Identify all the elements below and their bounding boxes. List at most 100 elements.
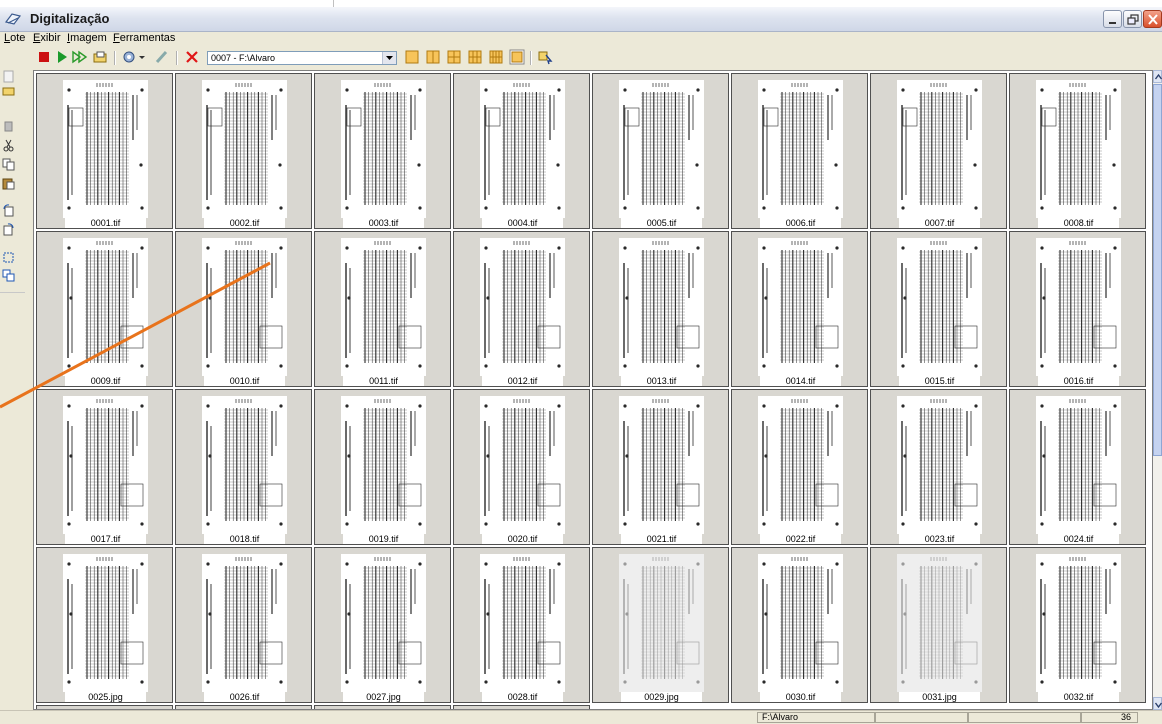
crop-icon[interactable] bbox=[2, 251, 15, 264]
thumbnail-filename: 0013.tif bbox=[621, 376, 702, 386]
view-layout-6-icon[interactable] bbox=[467, 49, 483, 65]
thumbnail-cell[interactable]: 0006.tif bbox=[731, 73, 868, 229]
thumbnail-cell[interactable]: 0028.tif bbox=[453, 547, 590, 703]
menu-lote[interactable]: Lote bbox=[4, 32, 25, 44]
status-panel-empty-1 bbox=[875, 712, 968, 723]
thumbnail-cell[interactable]: 0023.tif bbox=[870, 389, 1007, 545]
paste-icon[interactable] bbox=[2, 177, 15, 190]
thumbnail-cell[interactable]: 0014.tif bbox=[731, 231, 868, 387]
scanner-settings-icon[interactable] bbox=[122, 49, 138, 65]
close-button[interactable] bbox=[1143, 10, 1162, 28]
thumbnail-cell[interactable]: 0025.jpg bbox=[36, 547, 173, 703]
thumbnail-cell[interactable]: 0016.tif bbox=[1009, 231, 1146, 387]
thumbnail-filename: 0031.jpg bbox=[899, 692, 980, 702]
thumbnail-cell[interactable]: 0017.tif bbox=[36, 389, 173, 545]
left-pane-edge bbox=[0, 292, 25, 293]
delete-x-icon[interactable] bbox=[184, 49, 200, 65]
minimize-icon bbox=[1109, 22, 1116, 24]
thumbnail-cell[interactable]: 0022.tif bbox=[731, 389, 868, 545]
thumbnail-cell[interactable]: 0021.tif bbox=[592, 389, 729, 545]
play-icon[interactable] bbox=[54, 49, 70, 65]
document-thumbnail bbox=[341, 80, 426, 218]
close-icon bbox=[1148, 14, 1158, 25]
view-layout-2-icon[interactable] bbox=[425, 49, 441, 65]
thumbnail-cell[interactable]: 0008.tif bbox=[1009, 73, 1146, 229]
thumbnail-cell[interactable]: 0002.tif bbox=[175, 73, 312, 229]
thumbnail-cell[interactable]: 0029.jpg bbox=[592, 547, 729, 703]
restore-icon bbox=[1127, 14, 1139, 25]
thumbnail-cell[interactable]: 0009.tif bbox=[36, 231, 173, 387]
thumbnail-filename: 0017.tif bbox=[65, 534, 146, 544]
thumbnail-cell[interactable]: 0015.tif bbox=[870, 231, 1007, 387]
thumbnail-cell[interactable]: 0031.jpg bbox=[870, 547, 1007, 703]
thumbnail-filename: 0002.tif bbox=[204, 218, 285, 228]
open-folder-icon[interactable] bbox=[2, 84, 15, 97]
thumbnail-cell[interactable]: 0032.tif bbox=[1009, 547, 1146, 703]
thumbnail-filename: 0024.tif bbox=[1038, 534, 1119, 544]
document-thumbnail bbox=[897, 80, 982, 218]
scroll-up-button[interactable] bbox=[1153, 70, 1162, 83]
thumbnail-cell[interactable]: 0011.tif bbox=[314, 231, 451, 387]
document-thumbnail bbox=[202, 554, 287, 692]
view-layout-8-icon[interactable] bbox=[488, 49, 504, 65]
minimize-button[interactable] bbox=[1103, 10, 1122, 28]
scroll-thumb[interactable] bbox=[1153, 84, 1162, 456]
thumbnail-filename: 0032.tif bbox=[1038, 692, 1119, 702]
stop-icon[interactable] bbox=[36, 49, 52, 65]
vertical-scrollbar[interactable] bbox=[1153, 70, 1162, 710]
rotate-right-icon[interactable] bbox=[2, 223, 15, 236]
thumbnail-filename: 0003.tif bbox=[343, 218, 424, 228]
thumbnail-cell[interactable]: 0004.tif bbox=[453, 73, 590, 229]
thumbnail-cell[interactable]: 0018.tif bbox=[175, 389, 312, 545]
thumbnail-cell[interactable]: 0027.jpg bbox=[314, 547, 451, 703]
thumbnail-filename: 0005.tif bbox=[621, 218, 702, 228]
fast-forward-icon[interactable] bbox=[72, 49, 88, 65]
document-thumbnail bbox=[1036, 396, 1121, 534]
document-thumbnail bbox=[897, 238, 982, 376]
document-thumbnail bbox=[480, 396, 565, 534]
split-page-icon[interactable] bbox=[2, 269, 15, 282]
thumbnail-cell[interactable]: 0013.tif bbox=[592, 231, 729, 387]
document-thumbnail bbox=[341, 554, 426, 692]
open-folder-icon[interactable] bbox=[92, 49, 108, 65]
thumbnail-cell[interactable]: 0003.tif bbox=[314, 73, 451, 229]
cut-icon[interactable] bbox=[2, 139, 15, 152]
view-layout-4-icon[interactable] bbox=[446, 49, 462, 65]
thumbnail-cell[interactable]: 0005.tif bbox=[592, 73, 729, 229]
status-count: 36 bbox=[1081, 712, 1138, 723]
thumbnail-cell[interactable]: 0012.tif bbox=[453, 231, 590, 387]
document-thumbnail bbox=[758, 80, 843, 218]
toolbar-separator bbox=[176, 51, 178, 65]
thumbnail-grid: 0001.tif 0002.tif 0003.tif 0004.tif 0005.tif… bbox=[33, 70, 1153, 710]
thumbnail-cell[interactable]: 0001.tif bbox=[36, 73, 173, 229]
trash-icon[interactable] bbox=[2, 119, 15, 132]
scroll-down-button[interactable] bbox=[1153, 697, 1162, 710]
thumbnail-cell[interactable]: 0020.tif bbox=[453, 389, 590, 545]
batch-combo[interactable]: 0007 - F:\Alvaro bbox=[207, 51, 397, 65]
scroll-up-icon bbox=[1154, 73, 1162, 80]
dropdown-arrow-icon[interactable] bbox=[138, 49, 146, 65]
menu-exibir[interactable]: Exibir bbox=[33, 32, 61, 44]
thumbnail-cell[interactable]: 0019.tif bbox=[314, 389, 451, 545]
restore-button[interactable] bbox=[1123, 10, 1142, 28]
view-layout-1-icon[interactable] bbox=[404, 49, 420, 65]
thumbnail-cell[interactable]: 0030.tif bbox=[731, 547, 868, 703]
thumbnail-cell[interactable]: 0026.tif bbox=[175, 547, 312, 703]
thumbnail-cell[interactable]: 0007.tif bbox=[870, 73, 1007, 229]
app-scanner-icon bbox=[4, 13, 22, 25]
rotate-left-icon[interactable] bbox=[2, 204, 15, 217]
copy-icon[interactable] bbox=[2, 158, 15, 171]
pointer-tool-icon[interactable] bbox=[537, 49, 553, 65]
thumbnail-filename: 0028.tif bbox=[482, 692, 563, 702]
top-strip bbox=[0, 0, 1162, 7]
menu-imagem[interactable]: Imagem bbox=[67, 32, 107, 44]
combo-arrow-icon[interactable] bbox=[382, 52, 396, 64]
view-layout-grid-icon[interactable] bbox=[509, 49, 525, 65]
thumbnail-cell[interactable]: 0010.tif bbox=[175, 231, 312, 387]
document-thumbnail bbox=[202, 396, 287, 534]
thumbnail-cell[interactable]: 0024.tif bbox=[1009, 389, 1146, 545]
status-bar: F:\Alvaro 36 bbox=[0, 710, 1162, 724]
scan-page-icon[interactable] bbox=[2, 70, 15, 83]
menu-ferramentas[interactable]: Ferramentas bbox=[113, 32, 175, 44]
brush-icon[interactable] bbox=[154, 49, 170, 65]
